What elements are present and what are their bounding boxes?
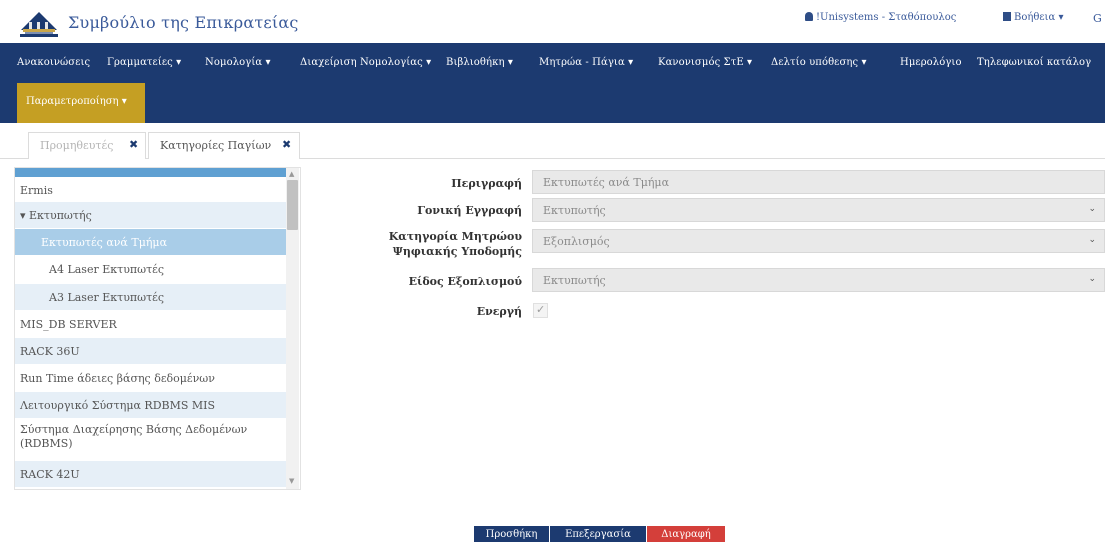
description-value: Εκτυπωτές ανά Τμήμα [543,176,670,189]
description-field[interactable]: Εκτυπωτές ανά Τμήμα [532,170,1105,194]
scroll-down-icon[interactable]: ▼ [289,477,294,485]
registry-category-value: Εξοπλισμός [543,235,610,248]
nav-case-law-management[interactable]: Διαχείριση Νομολογίας ▾ [300,57,431,68]
nav-registries-assets[interactable]: Μητρώα - Πάγια ▾ [539,57,633,68]
tab-suppliers-label: Προμηθευτές [40,139,114,152]
tree-list: Ermis ▾ Εκτυπωτής Εκτυπωτές ανά Τμήμα A4… [15,177,286,488]
tree-item[interactable]: RACK 42U [15,461,286,488]
registry-category-select[interactable]: Εξοπλισμός ⌄ [532,229,1105,253]
brand-title[interactable]: Συμβούλιο της Επικρατείας [68,13,299,32]
tree-item[interactable]: Λειτουργικό Σύστημα RDBMS MIS [15,392,286,419]
help-menu[interactable]: Βοήθεια ▾ [1003,12,1063,23]
help-label: Βοήθεια [1014,12,1056,23]
tree-item[interactable]: A4 Laser Εκτυπωτές [15,256,286,284]
user-icon [805,12,813,21]
chevron-down-icon: ⌄ [1088,274,1096,284]
tree-scrollbar[interactable]: ▲ ▼ [286,168,299,489]
tree-item[interactable]: Ermis [15,177,286,202]
tab-asset-categories[interactable]: Κατηγορίες Παγίων ✖ [148,132,300,159]
add-button[interactable]: Προσθήκη [474,526,549,542]
user-menu[interactable]: !Unisystems - Σταθόπουλος [805,12,956,23]
tree-header [15,168,286,177]
tab-bar: Προμηθευτές ✖ Κατηγορίες Παγίων ✖ [0,123,1105,159]
nav-calendar[interactable]: Ημερολόγιο [900,57,962,68]
nav-library[interactable]: Βιβλιοθήκη ▾ [446,57,513,68]
checkmark-icon: ✓ [536,303,546,316]
top-header: Συμβούλιο της Επικρατείας !Unisystems - … [0,0,1105,43]
chevron-down-icon: ⌄ [1088,235,1096,245]
tree-item[interactable]: RACK 36U [15,338,286,365]
registry-category-label: Κατηγορία Μητρώου Ψηφιακής Υποδομής [388,230,522,258]
tree-item[interactable]: MIS_DB SERVER [15,311,286,338]
edit-button[interactable]: Επεξεργασία [550,526,646,542]
active-label: Ενεργή [476,305,522,318]
tab-suppliers[interactable]: Προμηθευτές ✖ [28,132,146,159]
parent-record-select[interactable]: Εκτυπωτής ⌄ [532,198,1105,222]
tree-item[interactable]: A3 Laser Εκτυπωτές [15,284,286,311]
nav-secretariats[interactable]: Γραμματείες ▾ [107,57,181,68]
close-icon[interactable]: ✖ [282,138,291,151]
equipment-type-select[interactable]: Εκτυπωτής ⌄ [532,268,1105,292]
scroll-up-icon[interactable]: ▲ [289,170,294,178]
tree-item[interactable]: Run Time άδειες βάσης δεδομένων [15,365,286,392]
council-logo-icon[interactable] [17,8,61,38]
nav-case-law[interactable]: Νομολογία ▾ [205,57,271,68]
description-label: Περιγραφή [451,177,522,190]
nav-regulation[interactable]: Κανονισμός ΣτΕ ▾ [658,57,752,68]
tree-item-selected[interactable]: Εκτυπωτές ανά Τμήμα [15,229,286,256]
tab-asset-categories-label: Κατηγορίες Παγίων [160,139,272,152]
main-navbar: Ανακοινώσεις Γραμματείες ▾ Νομολογία ▾ Δ… [0,43,1105,123]
tree-item[interactable]: Σύστημα Διαχείρησης Βάσης Δεδομένων (RDB… [15,419,286,461]
category-tree[interactable]: Ermis ▾ Εκτυπωτής Εκτυπωτές ανά Τμήμα A4… [14,167,301,490]
nav-announcements[interactable]: Ανακοινώσεις [17,57,90,68]
user-name: !Unisystems - Σταθόπουλος [816,12,957,23]
nav-case-bulletin[interactable]: Δελτίο υπόθεσης ▾ [771,57,867,68]
nav-configuration[interactable]: Παραμετροποίηση ▾ [17,83,145,123]
extra-menu-item[interactable]: G [1093,12,1102,25]
help-caret-icon: ▾ [1058,12,1064,23]
scrollbar-thumb[interactable] [287,180,298,230]
nav-configuration-label: Παραμετροποίηση ▾ [26,96,127,107]
nav-phone-directory[interactable]: Τηλεφωνικοί κατάλογ [977,57,1091,68]
equipment-type-label: Είδος Εξοπλισμού [408,275,522,288]
active-checkbox[interactable]: ✓ [533,303,548,318]
close-icon[interactable]: ✖ [129,138,138,151]
equipment-type-value: Εκτυπωτής [543,274,606,287]
chevron-down-icon: ⌄ [1088,204,1096,214]
parent-record-value: Εκτυπωτής [543,204,606,217]
delete-button[interactable]: Διαγραφή [647,526,725,542]
parent-record-label: Γονική Εγγραφή [417,204,522,217]
tree-item[interactable]: ▾ Εκτυπωτής [15,202,286,229]
book-icon [1003,12,1011,21]
